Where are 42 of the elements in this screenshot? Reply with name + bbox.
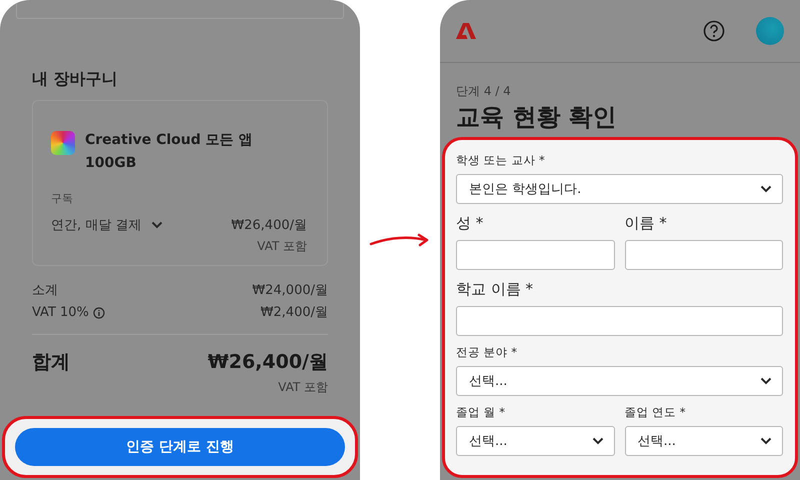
plan-label: 구독 (51, 191, 74, 206)
summary-value: ₩2,400/월 (260, 304, 328, 322)
text-field[interactable] (456, 240, 614, 270)
summary-label: 소계 (32, 282, 58, 300)
total-note: VAT 포함 (277, 379, 328, 396)
chevron-down-icon (151, 221, 164, 229)
cart-heading: 내 장바구니 (32, 68, 119, 90)
field-label: 성 * (456, 213, 484, 234)
summary-label: VAT 10% (32, 304, 89, 322)
continue-button[interactable]: 인증 단계로 진행 (15, 428, 345, 466)
dropdown-field[interactable]: 본인은 학생입니다. (456, 174, 783, 204)
product-name: Creative Cloud 모든 앱 (85, 131, 253, 150)
app-logo-icon (51, 131, 75, 155)
product-storage: 100GB (85, 154, 138, 173)
chevron-down-icon (760, 437, 772, 445)
field-label: 이름 * (624, 213, 668, 234)
summary-value: ₩24,000/월 (252, 282, 328, 300)
field-label: 졸업 월 * (456, 404, 506, 420)
field-label: 졸업 연도 * (624, 404, 687, 420)
field-label: 학생 또는 교사 * (456, 152, 546, 168)
dropdown-field[interactable]: 선택... (456, 426, 614, 456)
curved-arrow (369, 232, 431, 248)
product-price: ₩26,400/월 (231, 217, 307, 234)
chevron-down-icon (760, 377, 772, 385)
help-icon[interactable] (703, 20, 725, 42)
text-field[interactable] (624, 240, 783, 270)
chevron-down-icon (760, 185, 772, 193)
total-value: ₩26,400/월 (208, 350, 328, 375)
step-indicator: 단계 4 / 4 (456, 83, 512, 100)
field-label: 학교 이름 * (456, 279, 534, 300)
logo-icon[interactable] (456, 23, 476, 39)
info-icon[interactable] (92, 307, 105, 319)
dropdown-field[interactable]: 선택... (624, 426, 783, 456)
total-label: 합계 (32, 350, 70, 375)
text-field[interactable] (456, 306, 783, 336)
chevron-down-icon (592, 437, 604, 445)
plan-dropdown[interactable]: 연간, 매달 결제 (51, 216, 164, 234)
avatar[interactable] (756, 17, 784, 45)
page-title: 교육 현황 확인 (456, 102, 618, 132)
field-label: 전공 분야 * (456, 344, 518, 360)
price-note: VAT 포함 (256, 238, 307, 255)
dropdown-field[interactable]: 선택... (456, 366, 783, 396)
